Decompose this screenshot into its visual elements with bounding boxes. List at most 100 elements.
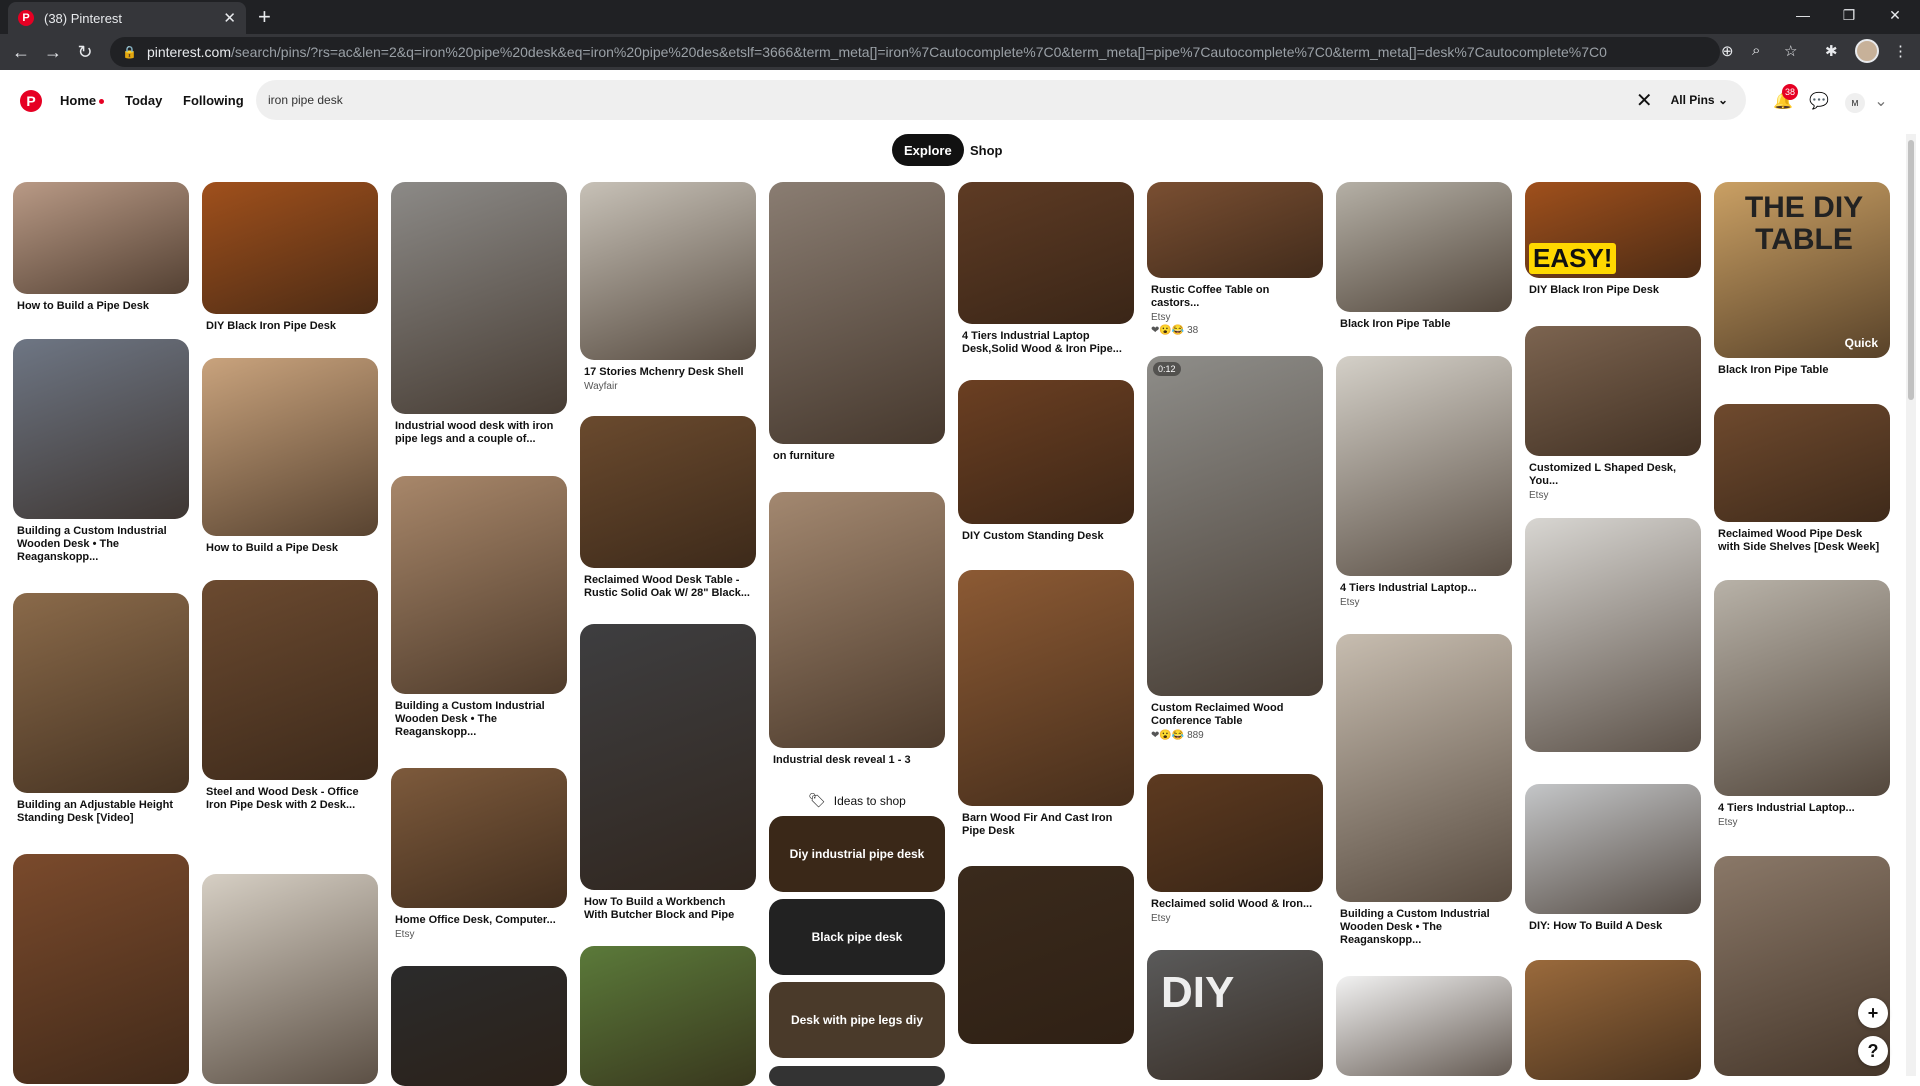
pin-image[interactable] xyxy=(1336,976,1512,1076)
pin-card[interactable] xyxy=(958,866,1134,1044)
pin-title[interactable]: Black Iron Pipe Table xyxy=(1336,318,1512,331)
pin-card[interactable]: 4 Tiers Industrial Laptop Desk,Solid Woo… xyxy=(958,182,1134,356)
pin-title[interactable]: Barn Wood Fir And Cast Iron Pipe Desk xyxy=(958,812,1134,838)
pin-image[interactable] xyxy=(1525,784,1701,914)
pin-card[interactable]: EASY! DIY Black Iron Pipe Desk xyxy=(1525,182,1701,297)
pin-title[interactable]: Customized L Shaped Desk, You... xyxy=(1525,462,1701,488)
pin-card[interactable] xyxy=(202,874,378,1084)
pin-image[interactable] xyxy=(958,570,1134,806)
pin-title[interactable]: Custom Reclaimed Wood Conference Table xyxy=(1147,702,1323,728)
pin-image[interactable] xyxy=(202,182,378,314)
pin-image[interactable] xyxy=(1147,182,1323,278)
pin-card[interactable]: Steel and Wood Desk - Office Iron Pipe D… xyxy=(202,580,378,812)
pin-card[interactable]: Building a Custom Industrial Wooden Desk… xyxy=(13,339,189,564)
pin-image[interactable]: DIY xyxy=(1147,950,1323,1080)
pin-title[interactable]: 4 Tiers Industrial Laptop... xyxy=(1714,802,1890,815)
pin-title[interactable]: Reclaimed Wood Pipe Desk with Side Shelv… xyxy=(1714,528,1890,554)
pin-card[interactable] xyxy=(1525,518,1701,752)
quick-save-button[interactable]: Quick xyxy=(1845,336,1878,350)
pin-image[interactable] xyxy=(202,580,378,780)
pin-image[interactable] xyxy=(580,416,756,568)
pin-title[interactable]: Industrial wood desk with iron pipe legs… xyxy=(391,420,567,446)
pin-title[interactable]: Industrial desk reveal 1 - 3 xyxy=(769,754,945,767)
browser-tab[interactable]: P (38) Pinterest ✕ xyxy=(8,2,246,34)
pin-title[interactable]: How to Build a Pipe Desk xyxy=(13,300,189,313)
avatar[interactable]: M xyxy=(1845,93,1865,113)
pin-card[interactable]: Barn Wood Fir And Cast Iron Pipe Desk xyxy=(958,570,1134,838)
idea-card[interactable]: Black pipe desk xyxy=(769,899,945,975)
pin-image[interactable]: 0:12 xyxy=(1147,356,1323,696)
new-tab-icon[interactable]: + xyxy=(258,6,271,28)
pin-card[interactable]: Building an Adjustable Height Standing D… xyxy=(13,593,189,825)
pin-card[interactable]: Home Office Desk, Computer... Etsy xyxy=(391,768,567,940)
pin-image[interactable] xyxy=(391,768,567,908)
clear-search-icon[interactable]: ✕ xyxy=(1636,88,1653,113)
reload-icon[interactable]: ↻ xyxy=(70,37,100,67)
pinterest-logo-icon[interactable]: P xyxy=(20,90,42,112)
pin-card[interactable]: DIY Custom Standing Desk xyxy=(958,380,1134,543)
nav-home[interactable]: Home xyxy=(60,93,105,108)
pin-image[interactable] xyxy=(391,182,567,414)
add-pin-button[interactable]: + xyxy=(1858,998,1888,1028)
back-icon[interactable]: ← xyxy=(6,37,36,67)
pin-image[interactable] xyxy=(391,476,567,694)
pin-card[interactable] xyxy=(580,946,756,1086)
pin-title[interactable]: on furniture xyxy=(769,450,945,463)
pin-image[interactable] xyxy=(769,492,945,748)
search-input[interactable] xyxy=(268,93,1636,107)
pin-title[interactable]: DIY Custom Standing Desk xyxy=(958,530,1134,543)
pin-card[interactable] xyxy=(1336,976,1512,1076)
pin-title[interactable]: Building a Custom Industrial Wooden Desk… xyxy=(13,525,189,564)
pin-card[interactable]: 17 Stories Mchenry Desk Shell Wayfair xyxy=(580,182,756,392)
pin-card[interactable]: Black Iron Pipe Table xyxy=(1336,182,1512,331)
pin-card[interactable]: How To Build a Workbench With Butcher Bl… xyxy=(580,624,756,922)
pin-image[interactable] xyxy=(13,182,189,294)
pin-image[interactable] xyxy=(1336,634,1512,902)
pin-image[interactable] xyxy=(580,624,756,890)
pin-image[interactable] xyxy=(1525,326,1701,456)
extensions-icon[interactable]: ✱ xyxy=(1825,42,1838,60)
pin-title[interactable]: Building an Adjustable Height Standing D… xyxy=(13,799,189,825)
forward-icon[interactable]: → xyxy=(38,37,68,67)
profile-avatar[interactable] xyxy=(1855,39,1879,63)
install-app-icon[interactable]: ⊕ xyxy=(1721,42,1734,60)
pin-title[interactable]: 17 Stories Mchenry Desk Shell xyxy=(580,366,756,379)
pin-card[interactable]: DIY: How To Build A Desk xyxy=(1525,784,1701,933)
pin-title[interactable]: DIY: How To Build A Desk xyxy=(1525,920,1701,933)
pin-image[interactable] xyxy=(1147,774,1323,892)
pin-title[interactable]: Rustic Coffee Table on castors... xyxy=(1147,284,1323,310)
minimize-icon[interactable]: — xyxy=(1780,0,1826,30)
pin-card[interactable]: DIY Black Iron Pipe Desk xyxy=(202,182,378,333)
pin-card[interactable]: Industrial wood desk with iron pipe legs… xyxy=(391,182,567,446)
pin-title[interactable]: 4 Tiers Industrial Laptop Desk,Solid Woo… xyxy=(958,330,1134,356)
nav-today[interactable]: Today xyxy=(125,93,162,108)
help-button[interactable]: ? xyxy=(1858,1036,1888,1066)
pin-card[interactable]: How to Build a Pipe Desk xyxy=(202,358,378,555)
idea-card[interactable]: Diy industrial pipe desk xyxy=(769,816,945,892)
tab-explore[interactable]: Explore xyxy=(892,134,964,166)
pin-image[interactable] xyxy=(958,866,1134,1044)
pin-title[interactable]: Reclaimed Wood Desk Table - Rustic Solid… xyxy=(580,574,756,600)
pin-image[interactable] xyxy=(1714,404,1890,522)
pin-image[interactable] xyxy=(1336,182,1512,312)
pin-title[interactable]: Reclaimed solid Wood & Iron... xyxy=(1147,898,1323,911)
pin-title[interactable]: Black Iron Pipe Table xyxy=(1714,364,1890,377)
pin-title[interactable]: How To Build a Workbench With Butcher Bl… xyxy=(580,896,756,922)
pin-image[interactable] xyxy=(13,854,189,1084)
pin-image[interactable] xyxy=(391,966,567,1086)
bookmark-star-icon[interactable]: ☆ xyxy=(1784,42,1797,60)
idea-card[interactable]: Desk with pipe legs diy xyxy=(769,982,945,1058)
pin-image[interactable]: THE DIY TABLE Quick xyxy=(1714,182,1890,358)
pin-image[interactable] xyxy=(202,874,378,1084)
pin-image[interactable] xyxy=(1336,356,1512,576)
pin-image[interactable] xyxy=(958,380,1134,524)
zoom-icon[interactable]: ⌕ xyxy=(1752,42,1760,59)
pin-image[interactable] xyxy=(13,339,189,519)
pin-card[interactable]: Building a Custom Industrial Wooden Desk… xyxy=(1336,634,1512,947)
pin-title[interactable]: 4 Tiers Industrial Laptop... xyxy=(1336,582,1512,595)
pin-card[interactable]: 4 Tiers Industrial Laptop... Etsy xyxy=(1714,580,1890,828)
pin-image[interactable] xyxy=(1714,580,1890,796)
idea-card[interactable] xyxy=(769,1066,945,1086)
pin-card[interactable] xyxy=(391,966,567,1086)
pin-title[interactable]: Building a Custom Industrial Wooden Desk… xyxy=(1336,908,1512,947)
